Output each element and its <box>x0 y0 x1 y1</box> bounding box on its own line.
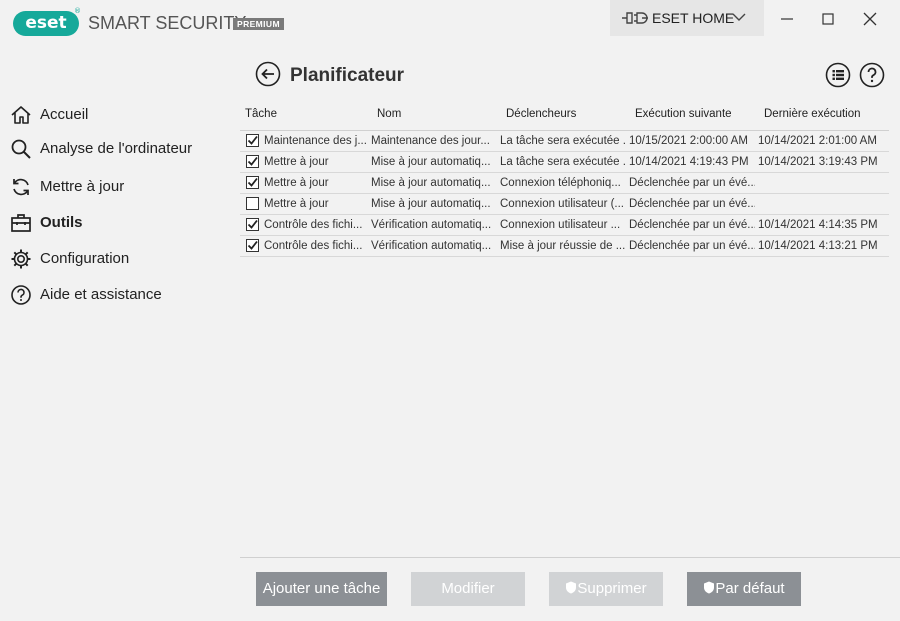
delete-button[interactable]: Supprimer <box>549 572 663 606</box>
sidebar-item-mettre-a-jour[interactable]: Mettre à jour <box>10 170 230 206</box>
refresh-icon <box>13 178 29 196</box>
page-title: Planificateur <box>290 65 405 86</box>
table-cell-trigger: La tâche sera exécutée ... <box>500 156 626 168</box>
table-row[interactable]: Contrôle des fichi... Vérification automa… <box>240 236 889 257</box>
table-cell-name: Mise à jour automatiq... <box>371 198 491 210</box>
table-cell-next: 10/14/2021 4:19:43 PM <box>629 156 749 168</box>
search-icon <box>11 139 31 159</box>
checkbox-checked-icon[interactable] <box>246 218 259 231</box>
table-cell-trigger: Mise à jour réussie de ... <box>500 240 626 252</box>
premium-badge: PREMIUM <box>233 18 284 30</box>
default-label: Par défaut <box>715 580 785 597</box>
sidebar-item-label: Outils <box>40 214 83 231</box>
maximize-icon[interactable] <box>817 8 839 30</box>
table-cell-task: Mettre à jour <box>264 198 329 210</box>
checkbox-unchecked-icon[interactable] <box>246 197 259 210</box>
table-row[interactable]: Maintenance des j... Maintenance des jour… <box>240 131 889 152</box>
column-header[interactable]: Déclencheurs <box>506 108 576 120</box>
table-cell-task: Contrôle des fichi... <box>264 219 363 231</box>
gear-icon <box>11 249 31 269</box>
table-cell-trigger: Connexion téléphoniq... <box>500 177 621 189</box>
column-header[interactable]: Exécution suivante <box>635 108 732 120</box>
title-bar: eset ® SMART SECURITY PREMIUM ESET HOME <box>0 0 900 38</box>
minimize-icon[interactable] <box>776 8 798 30</box>
table-cell-task: Contrôle des fichi... <box>264 240 363 252</box>
table-row[interactable]: Mettre à jour Mise à jour automatiq... Con… <box>240 194 889 215</box>
back-arrow-icon[interactable] <box>255 61 281 87</box>
sidebar-item-accueil[interactable]: Accueil <box>10 98 230 134</box>
table-cell-next: 10/15/2021 2:00:00 AM <box>629 135 748 147</box>
table-cell-next: Déclenchée par un évé... <box>629 198 755 210</box>
table-cell-next: Déclenchée par un évé... <box>629 219 755 231</box>
table-cell-trigger: La tâche sera exécutée ... <box>500 135 626 147</box>
delete-label: Supprimer <box>577 580 647 597</box>
table-cell-last: 10/14/2021 3:19:43 PM <box>758 156 878 168</box>
list-view-icon[interactable] <box>825 62 851 88</box>
table-row[interactable]: Contrôle des fichi... Vérification automa… <box>240 215 889 236</box>
table-cell-next: Déclenchée par un évé... <box>629 177 755 189</box>
checkbox-checked-icon[interactable] <box>246 176 259 189</box>
eset-logo: eset <box>13 11 79 36</box>
checkbox-checked-icon[interactable] <box>246 239 259 252</box>
table-cell-name: Mise à jour automatiq... <box>371 177 491 189</box>
table-cell-last: 10/14/2021 4:13:21 PM <box>758 240 878 252</box>
table-body: Maintenance des j... Maintenance des jour… <box>240 131 889 257</box>
table-row[interactable]: Mettre à jour Mise à jour automatiq... La … <box>240 152 889 173</box>
table-cell-task: Maintenance des j... <box>264 135 367 147</box>
sidebar-item-configuration[interactable]: Configuration <box>10 242 230 278</box>
sidebar-item-label: Accueil <box>40 106 89 123</box>
table-cell-trigger: Connexion utilisateur (... <box>500 198 625 210</box>
sidebar-item-outils[interactable]: Outils <box>10 206 230 242</box>
sidebar-item-analyse[interactable]: Analyse de l'ordinateur <box>10 132 230 168</box>
table-cell-name: Vérification automatiq... <box>371 240 492 252</box>
column-header[interactable]: Tâche <box>245 108 277 120</box>
column-header[interactable]: Dernière exécution <box>764 108 861 120</box>
scheduler-table: Tâche Nom Déclencheurs Exécution suivant… <box>240 102 889 257</box>
table-cell-trigger: Connexion utilisateur ... <box>500 219 621 231</box>
home-icon <box>11 106 31 124</box>
registered-mark-icon: ® <box>74 7 81 15</box>
table-cell-name: Mise à jour automatiq... <box>371 156 491 168</box>
table-cell-name: Maintenance des jour... <box>371 135 490 147</box>
help-icon[interactable] <box>859 62 885 88</box>
chevron-down-icon <box>732 13 746 21</box>
sidebar-item-label: Configuration <box>40 250 130 267</box>
toolbox-icon <box>11 214 31 232</box>
table-cell-task: Mettre à jour <box>264 177 329 189</box>
sidebar-item-label: Analyse de l'ordinateur <box>40 140 193 157</box>
table-cell-next: Déclenchée par un évé... <box>629 240 755 252</box>
table-cell-last: 10/14/2021 4:14:35 PM <box>758 219 878 231</box>
eset-home-button[interactable]: ESET HOME <box>610 0 764 36</box>
table-cell-last: 10/14/2021 2:01:00 AM <box>758 135 877 147</box>
add-task-label: Ajouter une tâche <box>262 580 381 597</box>
edit-button[interactable]: Modifier <box>411 572 525 606</box>
plug-icon <box>622 12 648 24</box>
product-name: SMART SECURITY <box>88 13 247 33</box>
sidebar-item-label: Mettre à jour <box>40 178 125 195</box>
shield-icon <box>566 581 577 594</box>
eset-home-label: ESET HOME <box>652 10 735 26</box>
edit-label: Modifier <box>441 580 495 597</box>
default-button[interactable]: Par défaut <box>687 572 801 606</box>
table-cell-name: Vérification automatiq... <box>371 219 492 231</box>
table-cell-task: Mettre à jour <box>264 156 329 168</box>
table-row[interactable]: Mettre à jour Mise à jour automatiq... Con… <box>240 173 889 194</box>
add-task-button[interactable]: Ajouter une tâche <box>256 572 387 606</box>
column-header[interactable]: Nom <box>377 108 401 120</box>
checkbox-checked-icon[interactable] <box>246 134 259 147</box>
sidebar-item-label: Aide et assistance <box>40 286 162 303</box>
checkbox-checked-icon[interactable] <box>246 155 259 168</box>
help-icon <box>11 285 31 305</box>
bottom-action-bar: Ajouter une tâche Modifier Supprimer Par… <box>240 557 900 621</box>
shield-icon <box>704 581 715 594</box>
close-icon[interactable] <box>859 8 881 30</box>
table-header: Tâche Nom Déclencheurs Exécution suivant… <box>240 102 889 131</box>
sidebar-item-aide[interactable]: Aide et assistance <box>10 278 230 314</box>
